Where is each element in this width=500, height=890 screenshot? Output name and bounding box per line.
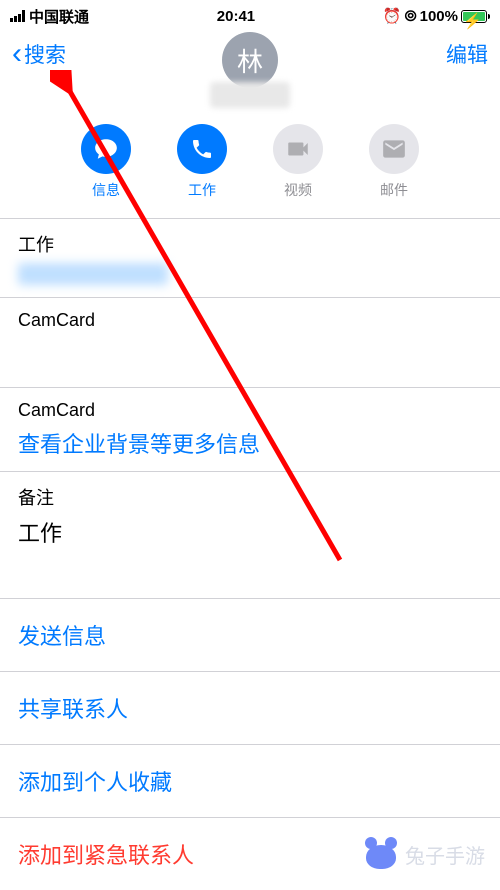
- send-message-row[interactable]: 发送信息: [0, 598, 500, 671]
- call-label: 工作: [188, 180, 216, 200]
- video-icon: [273, 124, 323, 174]
- status-bar: 中国联通 20:41 ⏰ ⦾ 100% ⚡: [0, 0, 500, 32]
- camcard-label-1: CamCard: [18, 310, 482, 331]
- phone-icon: [177, 124, 227, 174]
- message-icon: [81, 124, 131, 174]
- call-action[interactable]: 工作: [177, 124, 227, 200]
- send-message-label: 发送信息: [18, 619, 482, 651]
- watermark: 兔子手游: [363, 840, 485, 869]
- work-phone-section[interactable]: 工作: [0, 218, 500, 297]
- mail-action: 邮件: [369, 124, 419, 200]
- add-favorite-row[interactable]: 添加到个人收藏: [0, 744, 500, 817]
- notes-value: 工作: [18, 516, 482, 548]
- avatar[interactable]: 林: [222, 32, 278, 88]
- camcard-section-2[interactable]: CamCard 查看企业背景等更多信息: [0, 387, 500, 471]
- camcard-link[interactable]: 查看企业背景等更多信息: [18, 427, 482, 459]
- share-contact-row[interactable]: 共享联系人: [0, 671, 500, 744]
- edit-button[interactable]: 编辑: [446, 39, 488, 69]
- mail-icon: [369, 124, 419, 174]
- chevron-left-icon: ‹: [12, 39, 22, 69]
- contact-name: [210, 82, 290, 108]
- share-contact-label: 共享联系人: [18, 692, 482, 724]
- clock: 20:41: [217, 8, 255, 25]
- camcard-section-1[interactable]: CamCard: [0, 297, 500, 387]
- back-button[interactable]: ‹ 搜索: [12, 39, 66, 69]
- message-action[interactable]: 信息: [81, 124, 131, 200]
- watermark-text: 兔子手游: [405, 840, 485, 869]
- notes-section[interactable]: 备注 工作: [0, 471, 500, 598]
- carrier-label: 中国联通: [29, 6, 89, 27]
- camcard-label-2: CamCard: [18, 400, 482, 421]
- video-label: 视频: [284, 180, 312, 200]
- orientation-lock-icon: ⦾: [405, 8, 417, 25]
- rabbit-icon: [363, 841, 399, 869]
- work-label: 工作: [18, 231, 482, 257]
- signal-icon: [10, 10, 25, 22]
- mail-label: 邮件: [380, 180, 408, 200]
- alarm-icon: ⏰: [383, 7, 402, 25]
- battery-icon: ⚡: [461, 10, 490, 23]
- message-label: 信息: [92, 180, 120, 200]
- back-label: 搜索: [24, 39, 66, 69]
- add-favorite-label: 添加到个人收藏: [18, 765, 482, 797]
- phone-number: [18, 263, 168, 285]
- action-row: 信息 工作 视频 邮件: [0, 116, 500, 218]
- battery-percent: 100%: [420, 8, 458, 25]
- video-action: 视频: [273, 124, 323, 200]
- notes-label: 备注: [18, 484, 482, 510]
